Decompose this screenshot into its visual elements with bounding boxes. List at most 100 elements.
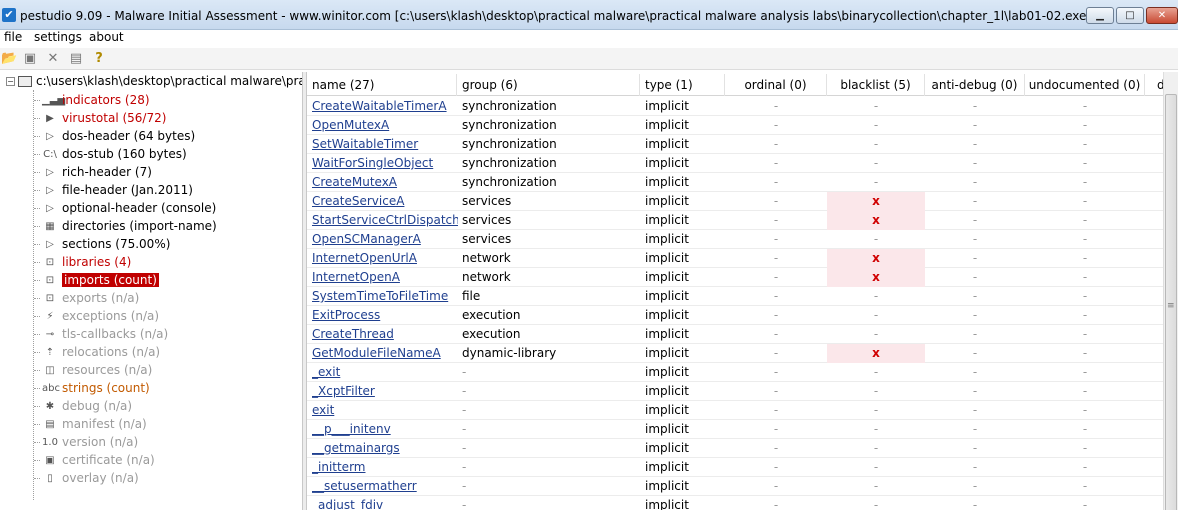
tree-item-library[interactable]: ⊡ libraries (4): [34, 253, 131, 271]
import-name[interactable]: _adjust_fdiv: [312, 496, 458, 510]
tree-item-arrow[interactable]: ▷ rich-header (7): [34, 163, 152, 181]
tree-item-exports[interactable]: ⊡ exports (n/a): [34, 289, 139, 307]
import-group: file: [462, 289, 481, 303]
table-row[interactable]: exit - implicit - - - -: [307, 401, 1163, 420]
import-name[interactable]: exit: [312, 401, 458, 420]
page-icon: ▯: [47, 472, 53, 484]
table-row[interactable]: CreateMutexA synchronization implicit - - - -: [307, 173, 1163, 192]
help-icon[interactable]: ?: [91, 51, 107, 67]
table-row[interactable]: _exit - implicit - - - -: [307, 363, 1163, 382]
import-name[interactable]: OpenMutexA: [312, 116, 458, 135]
tree-item-imports[interactable]: ⊡ imports (count): [34, 271, 160, 289]
save-icon[interactable]: ▣: [22, 51, 38, 67]
import-type: implicit: [645, 118, 689, 132]
import-name[interactable]: ExitProcess: [312, 306, 458, 325]
import-name[interactable]: _initterm: [312, 458, 458, 477]
column-header-name[interactable]: name (27): [307, 74, 457, 96]
import-name[interactable]: SetWaitableTimer: [312, 135, 458, 154]
column-header-undocumented[interactable]: undocumented (0): [1025, 74, 1145, 96]
tree-item-exceptions[interactable]: ⚡ exceptions (n/a): [34, 307, 159, 325]
tree-item-console[interactable]: C:\ dos-stub (160 bytes): [34, 145, 187, 163]
tree-item-version[interactable]: 1.0 version (n/a): [34, 433, 138, 451]
close-button[interactable]: ✕: [1146, 7, 1178, 24]
import-name[interactable]: GetModuleFileNameA: [312, 344, 458, 363]
tree-item-page[interactable]: ▯ overlay (n/a): [34, 469, 139, 487]
import-name[interactable]: _exit: [312, 363, 458, 382]
menu-about[interactable]: about: [89, 30, 124, 45]
tree-item-virustotal[interactable]: ▶ virustotal (56/72): [34, 109, 166, 127]
column-header-type[interactable]: type (1): [640, 74, 725, 96]
import-name[interactable]: _XcptFilter: [312, 382, 458, 401]
table-row[interactable]: CreateWaitableTimerA synchronization impli…: [307, 97, 1163, 116]
table-row[interactable]: ExitProcess execution implicit - - - -: [307, 306, 1163, 325]
tree-item-relocations[interactable]: ⇡ relocations (n/a): [34, 343, 160, 361]
table-row[interactable]: __getmainargs - implicit - - - -: [307, 439, 1163, 458]
tree-item-arrow[interactable]: ▷ file-header (Jan.2011): [34, 181, 193, 199]
table-row[interactable]: SystemTimeToFileTime file implicit - - - -: [307, 287, 1163, 306]
cut-icon[interactable]: ✕: [45, 51, 61, 67]
tree-item-certificate[interactable]: ▣ certificate (n/a): [34, 451, 155, 469]
tree-item-bug[interactable]: ✱ debug (n/a): [34, 397, 132, 415]
table-row[interactable]: OpenSCManagerA services implicit - - - -: [307, 230, 1163, 249]
tree-item-arrow[interactable]: ▷ dos-header (64 bytes): [34, 127, 195, 145]
import-name[interactable]: CreateServiceA: [312, 192, 458, 211]
import-name[interactable]: __setusermatherr: [312, 477, 458, 496]
table-row[interactable]: InternetOpenUrlA network implicit - x - -: [307, 249, 1163, 268]
vertical-scrollbar[interactable]: ≡: [1163, 72, 1178, 510]
table-row[interactable]: InternetOpenA network implicit - x - -: [307, 268, 1163, 287]
table-row[interactable]: StartServiceCtrlDispatche... services impl…: [307, 211, 1163, 230]
import-name[interactable]: __getmainargs: [312, 439, 458, 458]
tree-connector: [34, 316, 40, 317]
import-name[interactable]: WaitForSingleObject: [312, 154, 458, 173]
open-icon[interactable]: 📂: [1, 51, 17, 67]
maximize-button[interactable]: □: [1116, 7, 1144, 24]
tree-item-abc[interactable]: abc strings (count): [34, 379, 150, 397]
blacklist-cell: x: [827, 192, 925, 211]
column-header-anti-debug[interactable]: anti-debug (0): [925, 74, 1025, 96]
anti-debug-cell: -: [972, 346, 978, 360]
tree-item-key[interactable]: ⊸ tls-callbacks (n/a): [34, 325, 168, 343]
tree-item-arrow[interactable]: ▷ optional-header (console): [34, 199, 216, 217]
blacklist-cell: -: [873, 137, 879, 151]
anti-debug-cell: -: [972, 118, 978, 132]
clipboard-icon[interactable]: ▤: [68, 51, 84, 67]
tree-item-resources[interactable]: ◫ resources (n/a): [34, 361, 152, 379]
import-name[interactable]: SystemTimeToFileTime: [312, 287, 458, 306]
import-name[interactable]: InternetOpenUrlA: [312, 249, 458, 268]
ordinal-cell: -: [773, 422, 779, 436]
import-type: implicit: [645, 308, 689, 322]
import-name[interactable]: CreateWaitableTimerA: [312, 97, 458, 116]
tree-item-manifest[interactable]: ▤ manifest (n/a): [34, 415, 147, 433]
table-row[interactable]: WaitForSingleObject synchronization implic…: [307, 154, 1163, 173]
undocumented-cell: -: [1082, 232, 1088, 246]
import-name[interactable]: CreateMutexA: [312, 173, 458, 192]
table-row[interactable]: SetWaitableTimer synchronization implicit -…: [307, 135, 1163, 154]
import-name[interactable]: InternetOpenA: [312, 268, 458, 287]
table-row[interactable]: GetModuleFileNameA dynamic-library implici…: [307, 344, 1163, 363]
import-type: implicit: [645, 194, 689, 208]
import-name[interactable]: CreateThread: [312, 325, 458, 344]
minimize-button[interactable]: ▁: [1086, 7, 1114, 24]
table-row[interactable]: CreateServiceA services implicit - x - -: [307, 192, 1163, 211]
blacklist-cell: -: [873, 118, 879, 132]
column-header-group[interactable]: group (6): [457, 74, 640, 96]
table-row[interactable]: _adjust_fdiv - implicit - - - -: [307, 496, 1163, 510]
menu-file[interactable]: file: [4, 30, 22, 45]
tree-item-grid[interactable]: ▦ directories (import-name): [34, 217, 217, 235]
collapse-icon[interactable]: −: [6, 77, 15, 86]
import-name[interactable]: OpenSCManagerA: [312, 230, 458, 249]
import-name[interactable]: StartServiceCtrlDispatche...: [312, 211, 458, 230]
table-row[interactable]: __setusermatherr - implicit - - - -: [307, 477, 1163, 496]
tree-item-bars[interactable]: ▁▃▅indicators (28): [34, 91, 150, 109]
import-name[interactable]: __p___initenv: [312, 420, 458, 439]
tree-item-arrow[interactable]: ▷ sections (75.00%): [34, 235, 170, 253]
menu-settings[interactable]: settings: [34, 30, 82, 45]
column-header-blacklist[interactable]: blacklist (5): [827, 74, 925, 96]
table-row[interactable]: CreateThread execution implicit - - - -: [307, 325, 1163, 344]
table-row[interactable]: __p___initenv - implicit - - - -: [307, 420, 1163, 439]
column-header-ordinal[interactable]: ordinal (0): [725, 74, 827, 96]
table-row[interactable]: _initterm - implicit - - - -: [307, 458, 1163, 477]
tree-root[interactable]: − c:\users\klash\desktop\practical malwar…: [6, 74, 302, 88]
table-row[interactable]: _XcptFilter - implicit - - - -: [307, 382, 1163, 401]
table-row[interactable]: OpenMutexA synchronization implicit - - - -: [307, 116, 1163, 135]
